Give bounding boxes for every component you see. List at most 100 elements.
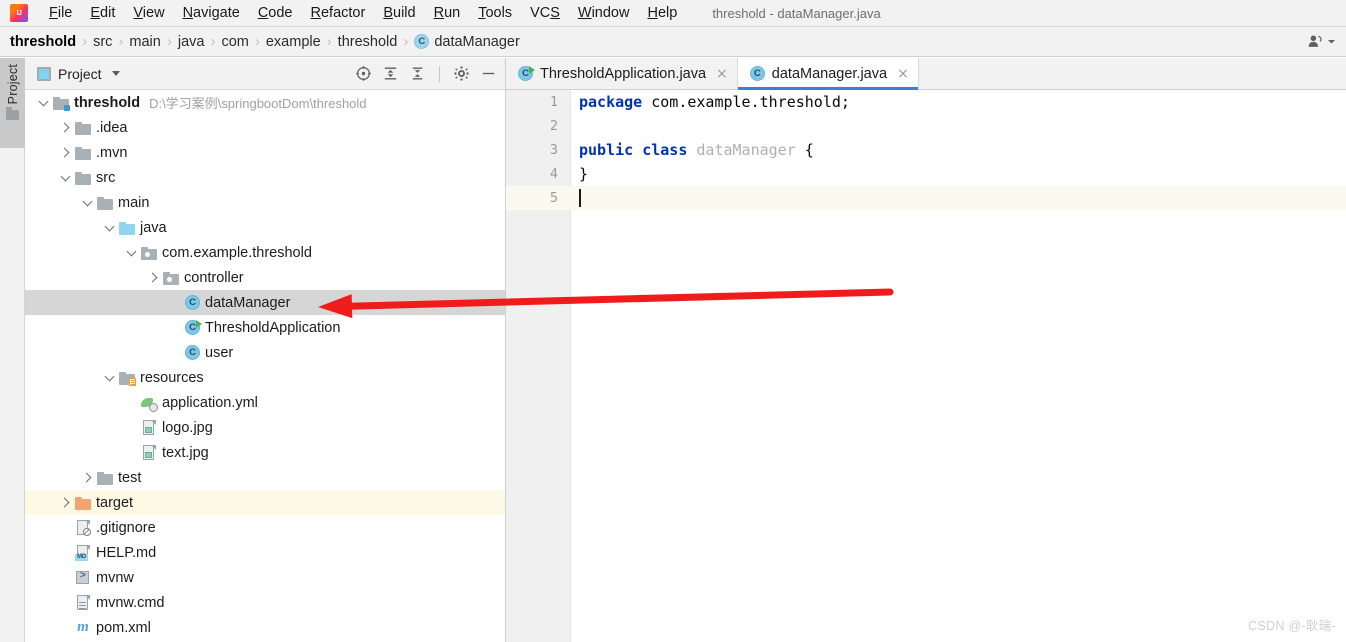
chevron-down-icon[interactable] xyxy=(81,196,94,209)
breadcrumb-item-com[interactable]: com xyxy=(221,34,248,50)
intellij-window: FileEditViewNavigateCodeRefactorBuildRun… xyxy=(0,0,1346,642)
class-icon: C xyxy=(185,345,200,360)
tree-node-thresholdapplication[interactable]: C ThresholdApplication xyxy=(25,315,505,340)
tree-node-label: mvnw xyxy=(96,569,134,586)
close-icon[interactable]: × xyxy=(897,67,909,81)
image-file-icon xyxy=(141,444,157,461)
menu-item-refactor[interactable]: Refactor xyxy=(302,3,375,23)
close-icon[interactable]: × xyxy=(716,67,728,81)
tree-node-text.jpg[interactable]: text.jpg xyxy=(25,440,505,465)
tree-node-logo.jpg[interactable]: logo.jpg xyxy=(25,415,505,440)
tree-node-mvnw[interactable]: mvnw xyxy=(25,565,505,590)
tree-node-java[interactable]: java xyxy=(25,215,505,240)
tree-twisty-placeholder xyxy=(59,521,72,534)
code-line: 5 xyxy=(506,186,1346,210)
hide-panel-icon[interactable] xyxy=(480,65,497,82)
menu-item-file[interactable]: File xyxy=(40,3,81,23)
chevron-right-icon[interactable] xyxy=(81,471,94,484)
code-token: dataManager xyxy=(696,141,796,159)
tree-node-datamanager[interactable]: CdataManager xyxy=(25,290,505,315)
chevron-down-icon[interactable] xyxy=(103,221,116,234)
spring-yaml-icon xyxy=(141,395,158,412)
menu-item-view[interactable]: View xyxy=(124,3,173,23)
expand-all-icon[interactable] xyxy=(382,65,399,82)
chevron-right-icon[interactable] xyxy=(59,121,72,134)
tree-node-label: logo.jpg xyxy=(162,419,213,436)
chevron-down-icon[interactable] xyxy=(37,96,50,109)
menu-item-navigate[interactable]: Navigate xyxy=(174,3,249,23)
menu-item-edit[interactable]: Edit xyxy=(81,3,124,23)
breadcrumb-item-src[interactable]: src xyxy=(93,34,112,50)
chevron-right-icon[interactable] xyxy=(147,271,160,284)
tree-node-controller[interactable]: controller xyxy=(25,265,505,290)
breadcrumb-item-java[interactable]: java xyxy=(178,34,205,50)
tree-twisty-placeholder xyxy=(59,546,72,559)
menu-item-code[interactable]: Code xyxy=(249,3,302,23)
menu-item-tools[interactable]: Tools xyxy=(469,3,521,23)
breadcrumb-item-threshold[interactable]: threshold xyxy=(338,34,398,50)
breadcrumb-separator: › xyxy=(326,33,332,50)
tree-node-src[interactable]: src xyxy=(25,165,505,190)
select-opened-file-icon[interactable] xyxy=(355,65,372,82)
navbar-right-actions[interactable] xyxy=(1307,33,1336,50)
tree-node-.idea[interactable]: .idea xyxy=(25,115,505,140)
tree-node-label: dataManager xyxy=(205,294,291,311)
tree-node-threshold[interactable]: threshold D:\学习案例\springbootDom\threshold xyxy=(25,90,505,115)
line-number: 1 xyxy=(549,94,558,110)
code-editor[interactable]: 1 package com.example.threshold; 2 3 public … xyxy=(506,90,1346,642)
navigation-bar: threshold › src › main › java › com › example › thre… xyxy=(0,27,1346,57)
toolbar-divider xyxy=(439,65,440,82)
tree-node-help.md[interactable]: MD HELP.md xyxy=(25,540,505,565)
breadcrumb-separator: › xyxy=(403,33,409,50)
breadcrumb-item-datamanager[interactable]: CdataManager xyxy=(414,34,520,50)
code-line: 1 package com.example.threshold; xyxy=(506,90,1346,114)
tree-node-label: main xyxy=(118,194,150,211)
tree-node-.mvn[interactable]: .mvn xyxy=(25,140,505,165)
tree-node-mvnw.cmd[interactable]: mvnw.cmd xyxy=(25,590,505,615)
tree-node-label: text.jpg xyxy=(162,444,209,461)
breadcrumb-item-example[interactable]: example xyxy=(266,34,321,50)
line-number: 3 xyxy=(549,142,558,158)
tree-node-pom.xml[interactable]: m pom.xml xyxy=(25,615,505,640)
editor-tab-datamanager-java[interactable]: CdataManager.java × xyxy=(737,58,919,90)
chevron-down-icon[interactable] xyxy=(59,171,72,184)
tool-button-project-label: Project xyxy=(5,64,20,105)
tree-node-label: pom.xml xyxy=(96,619,151,636)
breadcrumb-item-main[interactable]: main xyxy=(129,34,160,50)
tree-node-label: .gitignore xyxy=(96,519,156,536)
settings-gear-icon[interactable] xyxy=(453,65,470,82)
tree-node-com.example.threshold[interactable]: com.example.threshold xyxy=(25,240,505,265)
breadcrumb-item-threshold[interactable]: threshold xyxy=(10,34,76,50)
class-icon: C xyxy=(749,66,765,81)
collapse-all-icon[interactable] xyxy=(409,65,426,82)
folder-icon xyxy=(75,145,91,161)
chevron-down-icon[interactable] xyxy=(103,371,116,384)
breadcrumb-label: com xyxy=(221,33,249,50)
tree-node-target[interactable]: target xyxy=(25,490,505,515)
chevron-right-icon[interactable] xyxy=(59,496,72,509)
project-view-chevron-down-icon[interactable] xyxy=(111,71,120,76)
chevron-down-icon[interactable] xyxy=(125,246,138,259)
user-account-icon[interactable] xyxy=(1307,33,1324,50)
tree-node-application.yml[interactable]: application.yml xyxy=(25,390,505,415)
chevron-right-icon[interactable] xyxy=(59,146,72,159)
menu-item-help[interactable]: Help xyxy=(638,3,686,23)
tree-node-user[interactable]: Cuser xyxy=(25,340,505,365)
tool-button-project[interactable]: Project xyxy=(0,58,25,148)
tree-node-.gitignore[interactable]: .gitignore xyxy=(25,515,505,540)
menu-item-build[interactable]: Build xyxy=(374,3,424,23)
chevron-down-icon[interactable] xyxy=(1327,37,1336,46)
menu-item-run[interactable]: Run xyxy=(425,3,470,23)
project-tool-window: Project threshold D:\学习案例\springbootDom\… xyxy=(25,58,506,642)
tree-node-resources[interactable]: resources xyxy=(25,365,505,390)
code-lines: 1 package com.example.threshold; 2 3 public … xyxy=(506,90,1346,210)
tree-node-test[interactable]: test xyxy=(25,465,505,490)
line-number: 4 xyxy=(549,166,558,182)
menu-item-vcs[interactable]: VCS xyxy=(521,3,569,23)
folder-icon xyxy=(97,195,113,211)
tree-node-main[interactable]: main xyxy=(25,190,505,215)
text-caret xyxy=(579,189,581,207)
editor-area: C ThresholdApplication.java × CdataManager.… xyxy=(506,58,1346,642)
editor-tab-thresholdapplication-java[interactable]: C ThresholdApplication.java × xyxy=(506,58,738,89)
menu-item-window[interactable]: Window xyxy=(569,3,639,23)
